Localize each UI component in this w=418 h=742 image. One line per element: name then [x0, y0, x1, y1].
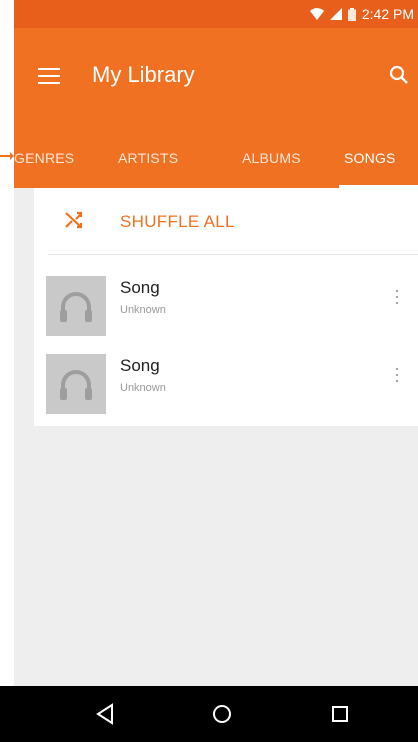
song-row[interactable]: Song Unknown — [34, 344, 418, 420]
headphones-icon — [60, 370, 92, 400]
app-bar: My Library — [14, 28, 418, 128]
back-icon[interactable] — [92, 700, 120, 728]
headphones-icon — [60, 292, 92, 322]
navigation-bar — [0, 686, 418, 742]
divider — [48, 254, 418, 255]
wifi-icon — [309, 8, 324, 20]
page-title: My Library — [92, 62, 195, 87]
shuffle-all-button[interactable]: SHUFFLE ALL — [34, 188, 418, 254]
more-vertical-icon[interactable] — [394, 290, 400, 310]
arrow-pointer-icon — [0, 152, 14, 160]
album-art — [46, 276, 106, 336]
status-time: 2:42 PM — [361, 6, 414, 22]
shuffle-icon — [65, 211, 83, 229]
song-list-card: SHUFFLE ALL Song Unknown Song Unknown — [34, 188, 418, 426]
song-artist: Unknown — [120, 382, 166, 394]
tab-albums[interactable]: ALBUMS — [242, 150, 301, 166]
home-icon[interactable] — [208, 700, 236, 728]
status-bar: 2:42 PM — [14, 0, 418, 28]
song-row[interactable]: Song Unknown — [34, 266, 418, 342]
tab-artists[interactable]: ARTISTS — [118, 150, 178, 166]
shuffle-all-label: SHUFFLE ALL — [120, 212, 235, 231]
tab-songs[interactable]: SONGS — [344, 150, 396, 166]
app-screen: 2:42 PM My Library GENRES ARTISTS ALBUMS… — [14, 0, 418, 742]
more-vertical-icon[interactable] — [394, 368, 400, 388]
song-title: Song — [120, 356, 160, 375]
search-icon[interactable] — [388, 64, 410, 86]
tab-bar: GENRES ARTISTS ALBUMS SONGS — [14, 128, 418, 188]
menu-icon[interactable] — [38, 68, 60, 84]
battery-icon — [347, 7, 356, 21]
song-title: Song — [120, 278, 160, 297]
tab-genres[interactable]: GENRES — [14, 150, 74, 166]
signal-icon — [329, 8, 342, 20]
recents-icon[interactable] — [326, 700, 354, 728]
album-art — [46, 354, 106, 414]
song-artist: Unknown — [120, 304, 166, 316]
